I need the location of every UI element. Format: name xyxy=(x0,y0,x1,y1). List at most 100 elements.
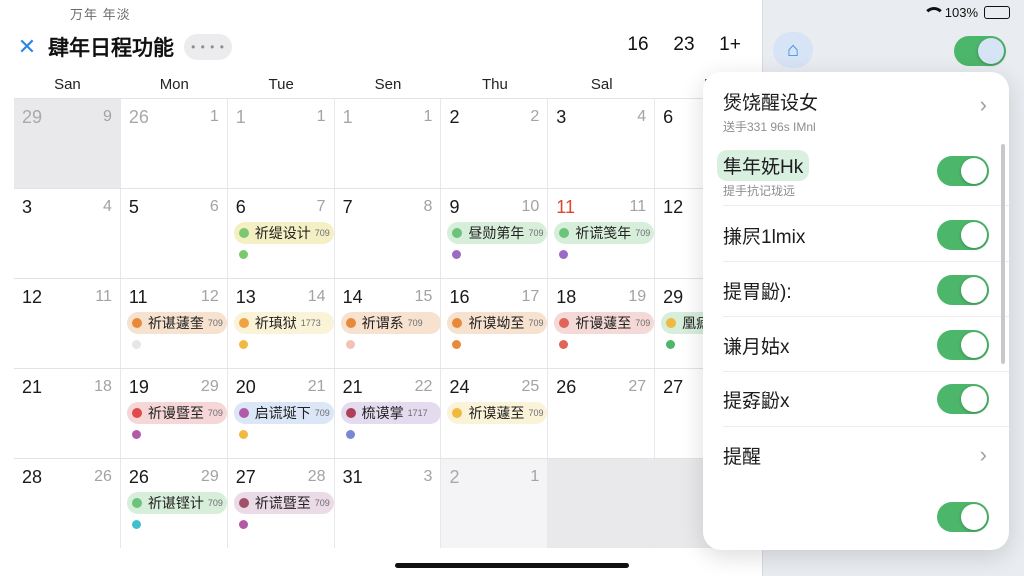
day-cell[interactable]: 34 xyxy=(14,189,121,278)
event-chip[interactable]: 梳谟掌 1717 xyxy=(340,402,441,424)
day-cell[interactable]: 56 xyxy=(120,189,228,278)
event-chip[interactable]: 祈谩暨至 709 xyxy=(126,402,227,424)
event-chip[interactable]: 昼勋第年 709 xyxy=(447,222,548,244)
scrollbar[interactable] xyxy=(1001,144,1005,364)
day-number: 18 xyxy=(556,287,577,307)
header-action-3[interactable]: 1+ xyxy=(716,34,744,56)
event-chip[interactable]: 祈谎笺年 709 xyxy=(554,222,655,244)
divider xyxy=(723,426,1009,427)
event-time: 1773 xyxy=(300,318,321,328)
event-chip[interactable]: 启谎埏下 709 xyxy=(233,402,334,424)
event-chip[interactable]: 祈谎暨至 709 xyxy=(233,492,334,514)
battery-icon xyxy=(984,6,1010,19)
title-bar: ✕ 肆年日程功能 • • • • xyxy=(14,30,232,64)
event-title: 祈缇设计 xyxy=(254,225,311,241)
event-color-dot xyxy=(131,318,142,328)
day-cell[interactable]: 22 xyxy=(441,99,549,188)
event-dot xyxy=(238,250,248,259)
day-cell[interactable]: 21 xyxy=(441,459,549,548)
row-2-toggle[interactable] xyxy=(937,156,989,186)
day-number: 14 xyxy=(342,287,363,307)
event-chip[interactable]: 祈谌蘧奎 709 xyxy=(126,312,227,334)
day-number: 20 xyxy=(235,377,256,397)
day-number: 1 xyxy=(235,107,246,127)
header-actions: 16 23 1+ xyxy=(624,34,744,56)
row-2-label: 隼年妩Hk xyxy=(717,149,810,181)
row-3-toggle[interactable] xyxy=(937,220,989,250)
day-cell[interactable]: 6 7 祈缇设计 709 xyxy=(227,189,335,278)
weekday-label: San xyxy=(54,76,81,93)
day-cell[interactable]: 11 12 祈谌蘧奎 709 xyxy=(120,279,228,368)
chevron-right-icon[interactable]: › xyxy=(980,442,987,468)
day-cell[interactable]: 21 22 梳谟掌 1717 xyxy=(334,369,442,458)
event-chip[interactable]: 祈谟蘧至 709 xyxy=(447,402,548,424)
day-cell[interactable]: 21 18 xyxy=(14,369,121,458)
day-cell[interactable]: 29 9 xyxy=(14,99,121,188)
day-cell[interactable]: 27 28 祈谎暨至 709 xyxy=(227,459,335,548)
week-row: 29 9 26 1 1 1 1 1 2 2 3 4 6 xyxy=(14,98,762,188)
home-icon[interactable]: ⌂ xyxy=(773,32,813,68)
day-cell[interactable]: 14 15 祈谓系 709 xyxy=(334,279,442,368)
secondary-date: 22 xyxy=(414,378,433,395)
day-cell[interactable]: 26 29 祈谌铿计 709 xyxy=(120,459,228,548)
day-cell[interactable]: 16 17 祈谟坳至 709 xyxy=(441,279,549,368)
day-cell[interactable]: 13 14 祈瑱狱 1773 xyxy=(227,279,335,368)
weekday-label: Thu xyxy=(481,76,508,93)
event-chip[interactable]: 祈谩蘧至 709 xyxy=(554,312,655,334)
secondary-date: 2 xyxy=(530,108,540,125)
day-cell[interactable]: 78 xyxy=(334,189,442,278)
day-cell[interactable]: 18 19 祈谩蘧至 709 xyxy=(548,279,656,368)
event-time: 709 xyxy=(314,498,330,508)
status-bar-right: 103% xyxy=(922,5,1010,20)
event-chip[interactable]: 祈缇设计 709 xyxy=(233,222,334,244)
secondary-date: 1 xyxy=(209,108,219,125)
day-cell[interactable]: 24 25 祈谟蘧至 709 xyxy=(441,369,549,458)
settings-row-7[interactable]: 提醒 xyxy=(723,438,991,472)
row-5-toggle[interactable] xyxy=(937,330,989,360)
header-action-1[interactable]: 16 xyxy=(624,34,652,56)
chevron-right-icon[interactable]: › xyxy=(980,92,987,118)
divider xyxy=(723,371,1009,372)
day-number: 29 xyxy=(22,107,43,127)
row-1-sub: 送手331 96s IMnl xyxy=(723,120,816,134)
day-cell[interactable]: 12 11 xyxy=(14,279,121,368)
day-cell[interactable]: 26 1 xyxy=(120,99,228,188)
day-cell[interactable] xyxy=(548,459,656,548)
row-8-toggle[interactable] xyxy=(937,502,989,532)
day-cell[interactable]: 20 21 启谎埏下 709 xyxy=(227,369,335,458)
page-title: 肆年日程功能 xyxy=(48,37,174,60)
month-grid: 29 9 26 1 1 1 1 1 2 2 3 4 6 3 4 5 6 6 7 祈缇设计 709 7 8 9 10 昼勋第年 709… xyxy=(14,98,762,550)
day-cell[interactable]: 28 26 xyxy=(14,459,121,548)
event-dot xyxy=(238,520,248,529)
day-cell[interactable]: 34 xyxy=(548,99,656,188)
day-cell[interactable]: 19 29 祈谩暨至 709 xyxy=(120,369,228,458)
day-cell[interactable]: 11 11 祈谎笺年 709 xyxy=(548,189,656,278)
home-indicator[interactable] xyxy=(395,563,629,568)
day-cell[interactable]: 9 10 昼勋第年 709 xyxy=(441,189,549,278)
more-button[interactable]: • • • • xyxy=(184,34,232,60)
event-dot xyxy=(559,340,569,349)
event-dot xyxy=(345,340,355,349)
event-time: 709 xyxy=(528,228,544,238)
day-number: 12 xyxy=(22,287,43,307)
row-4-toggle[interactable] xyxy=(937,275,989,305)
day-cell[interactable]: 26 27 xyxy=(548,369,656,458)
secondary-date: 17 xyxy=(521,288,540,305)
event-chip[interactable]: 祈谟坳至 709 xyxy=(447,312,548,334)
status-bar-left: 万年 年淡 xyxy=(70,7,131,22)
row-6-toggle[interactable] xyxy=(937,384,989,414)
day-cell[interactable]: 31 3 xyxy=(334,459,442,548)
event-chip[interactable]: 祈谌铿计 709 xyxy=(126,492,227,514)
settings-row-1[interactable]: 煲饶醒设女 xyxy=(723,86,991,116)
event-chip[interactable]: 祈谓系 709 xyxy=(340,312,441,334)
top-toggle[interactable] xyxy=(954,36,1006,66)
battery-level: 103% xyxy=(944,5,978,20)
event-time: 709 xyxy=(314,228,330,238)
event-color-dot xyxy=(452,408,463,418)
header-action-2[interactable]: 23 xyxy=(670,34,698,56)
event-chip[interactable]: 祈瑱狱 1773 xyxy=(233,312,334,334)
day-cell[interactable]: 11 xyxy=(227,99,335,188)
day-cell[interactable]: 11 xyxy=(334,99,442,188)
divider xyxy=(723,316,1009,317)
tools-icon[interactable]: ✕ xyxy=(14,34,40,60)
